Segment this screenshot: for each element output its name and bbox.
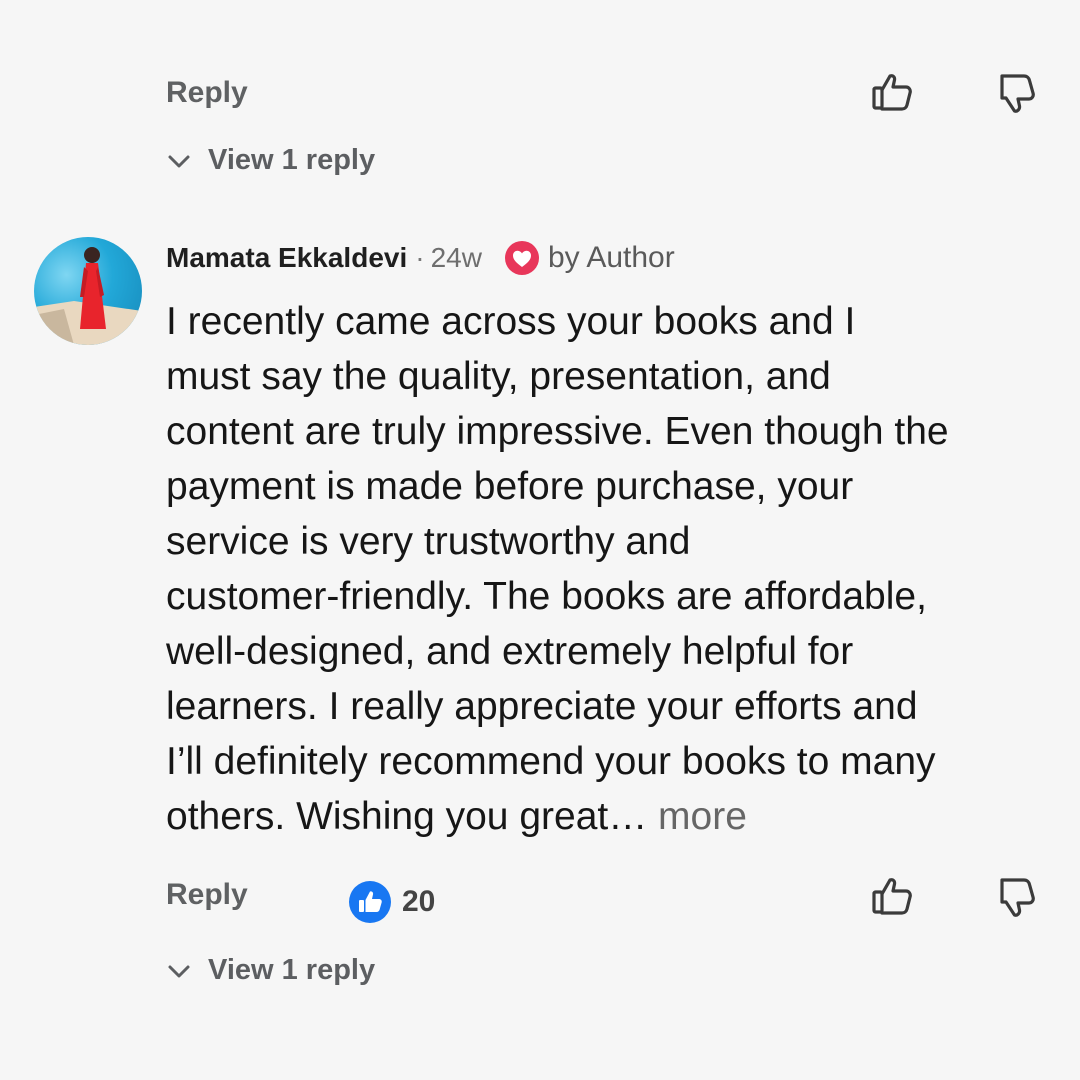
comment-line: service is very trustworthy and xyxy=(166,520,691,563)
view-replies-button[interactable]: View 1 reply xyxy=(166,954,375,987)
comment-actions-row: Reply 20 xyxy=(0,866,1080,926)
more-link[interactable]: more xyxy=(647,795,747,838)
comment-line: customer-friendly. The books are afforda… xyxy=(166,575,927,618)
reply-button[interactable]: Reply xyxy=(166,878,248,912)
comment-line: learners. I really appreciate your effor… xyxy=(166,685,918,728)
thumbs-down-icon[interactable] xyxy=(992,874,1040,922)
comments-page: Reply View 1 reply Mamata Ekkaldevi · 24… xyxy=(0,0,1080,1080)
chevron-down-icon xyxy=(166,148,192,174)
comment-line-text: others. Wishing you great… xyxy=(166,795,648,838)
comment-age: 24w xyxy=(430,242,482,273)
comment-meta: Mamata Ekkaldevi · 24w by Author xyxy=(166,238,675,278)
comment-line: I’ll definitely recommend your books to … xyxy=(166,740,936,783)
thumbs-down-icon[interactable] xyxy=(992,70,1040,118)
view-replies-label: View 1 reply xyxy=(208,144,376,176)
comment-line: I recently came across your books and I xyxy=(166,300,856,343)
thumbs-up-filled-icon xyxy=(348,880,392,924)
like-count: 20 xyxy=(348,880,435,924)
avatar[interactable] xyxy=(34,237,142,345)
thumbs-up-icon[interactable] xyxy=(868,68,916,116)
heart-badge-icon xyxy=(504,240,540,276)
chevron-down-icon xyxy=(166,958,192,984)
comment-last-line: others. Wishing you great… more xyxy=(166,789,1056,844)
like-count-value: 20 xyxy=(402,885,436,918)
comment-line: must say the quality, presentation, and xyxy=(166,355,831,398)
reply-button[interactable]: Reply xyxy=(166,76,248,110)
comment-body: I recently came across your books and I … xyxy=(166,294,1056,844)
comment-line: well-designed, and extremely helpful for xyxy=(166,630,854,673)
view-replies-label: View 1 reply xyxy=(208,954,376,986)
comment-line: payment is made before purchase, your xyxy=(166,465,854,508)
by-author-label: by Author xyxy=(547,241,675,274)
view-replies-button[interactable]: View 1 reply xyxy=(166,144,375,177)
comment-line: content are truly impressive. Even thoug… xyxy=(166,410,949,453)
author-name[interactable]: Mamata Ekkaldevi xyxy=(166,242,407,274)
thumbs-up-icon[interactable] xyxy=(868,872,916,920)
comment-actions-row: Reply xyxy=(0,64,1080,124)
meta-separator: · xyxy=(415,242,425,273)
